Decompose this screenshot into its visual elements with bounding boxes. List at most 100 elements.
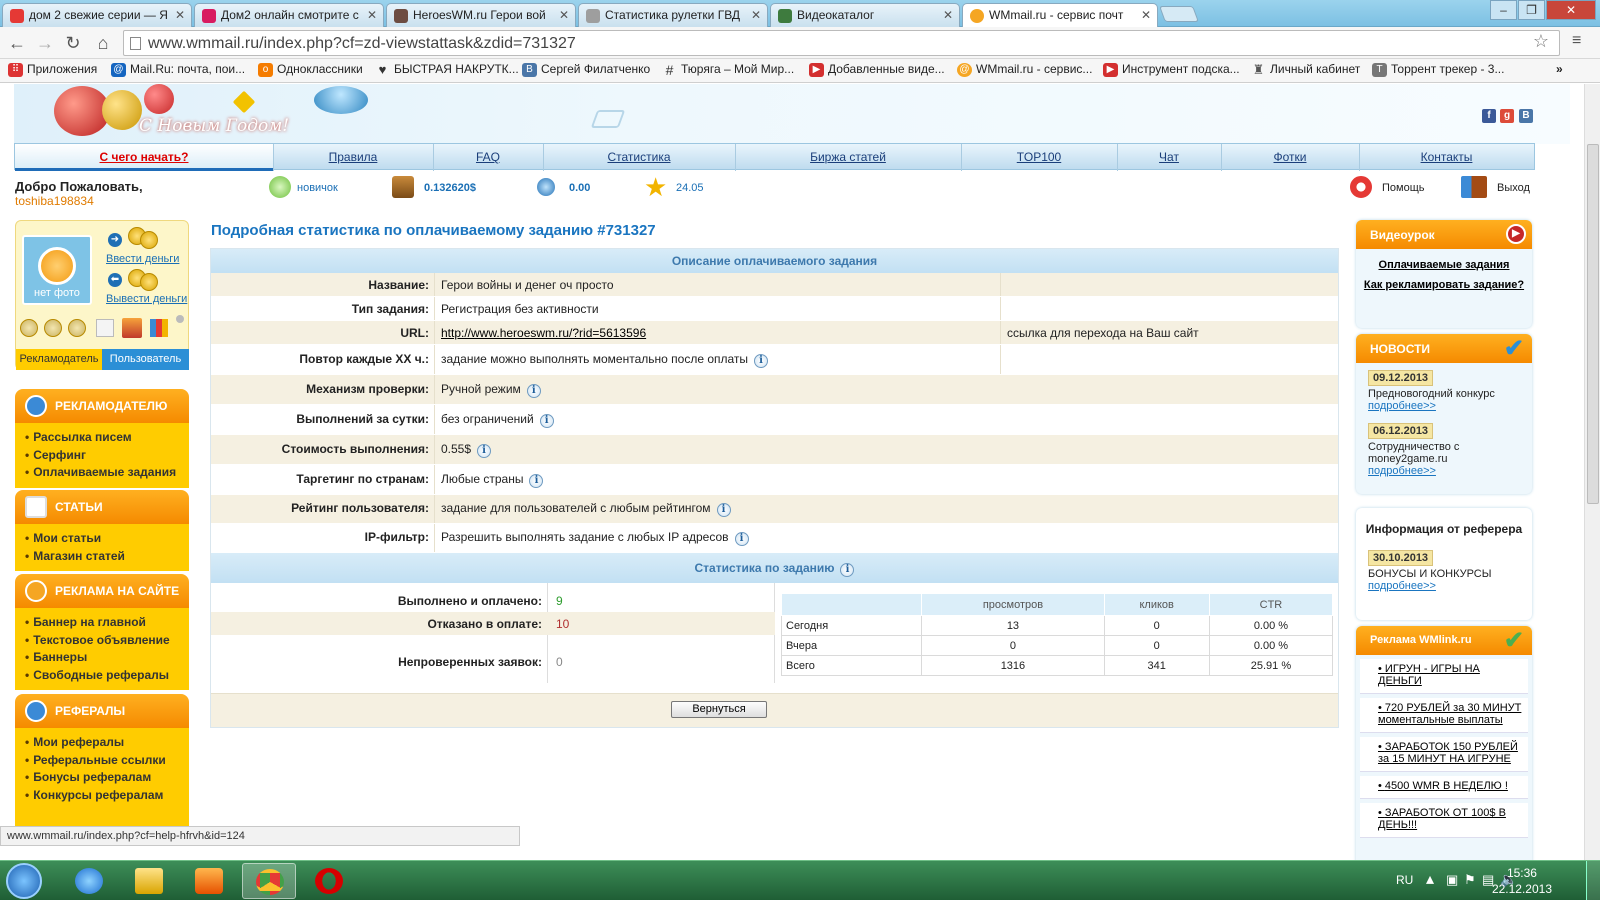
nav-statistics[interactable]: Статистика (543, 150, 735, 164)
menu-item-main-banner[interactable]: Баннер на главной (25, 614, 189, 632)
close-icon[interactable]: ✕ (943, 8, 953, 22)
bookmarks-overflow-icon[interactable]: » (1556, 62, 1563, 76)
bookmark-cabinet[interactable]: ♜ Личный кабинет (1251, 62, 1361, 77)
home-icon[interactable]: ⌂ (92, 32, 114, 54)
menu-site-ads-header[interactable]: РЕКЛАМА НА САЙТЕ (15, 574, 189, 608)
tray-expand-icon[interactable]: ▴ (1426, 869, 1434, 889)
nav-contacts[interactable]: Контакты (1359, 150, 1534, 164)
windows-start-button[interactable] (6, 863, 42, 899)
nav-rules[interactable]: Правила (273, 150, 433, 164)
task-url-link[interactable]: http://www.heroeswm.ru/?rid=5613596 (441, 326, 646, 340)
settings-dot-icon[interactable] (176, 315, 184, 323)
browser-tab-3[interactable]: HeroesWM.ru Герои вой ✕ (386, 3, 576, 27)
window-close-button[interactable]: ✕ (1546, 0, 1596, 20)
role-user-tab[interactable]: Пользователь (102, 349, 189, 370)
browser-tab-2[interactable]: Дом2 онлайн смотрите с ✕ (194, 3, 384, 27)
logout-link[interactable]: Выход (1461, 176, 1530, 198)
chart-icon[interactable] (150, 319, 168, 337)
address-bar[interactable]: www.wmmail.ru/index.php?cf=zd-viewstatta… (123, 30, 1560, 56)
flag-icon[interactable]: ⚑ (1464, 872, 1476, 888)
bookmark-youtube-added[interactable]: ▶ Добавленные виде... (809, 62, 945, 77)
close-icon[interactable]: ✕ (751, 8, 761, 22)
menu-articles-header[interactable]: СТАТЬИ (15, 490, 189, 524)
menu-item-article-shop[interactable]: Магазин статей (25, 548, 189, 566)
menu-item-referral-bonuses[interactable]: Бонусы рефералам (25, 769, 189, 787)
menu-item-text-ad[interactable]: Текстовое объявление (25, 632, 189, 650)
browser-tab-6-active[interactable]: WMmail.ru - сервис почт ✕ (962, 3, 1158, 27)
nav-article-exchange[interactable]: Биржа статей (735, 150, 961, 164)
bookmark-youtube-tool[interactable]: ▶ Инструмент подска... (1103, 62, 1240, 77)
show-desktop-button[interactable] (1586, 861, 1600, 900)
bookmark-turyaga[interactable]: # Тюряга – Мой Мир... (662, 62, 795, 77)
nav-photos[interactable]: Фотки (1221, 150, 1359, 164)
browser-tab-5[interactable]: Видеокаталог ✕ (770, 3, 960, 27)
play-icon[interactable]: ▶ (1506, 224, 1526, 244)
info-icon[interactable]: i (529, 474, 544, 488)
medal-icon[interactable] (68, 319, 86, 337)
taskbar-media-player[interactable] (182, 863, 236, 899)
forward-arrow-icon[interactable]: → (34, 32, 56, 54)
bookmark-apps[interactable]: ⠿ Приложения (8, 62, 97, 77)
info-icon[interactable]: i (526, 384, 541, 398)
reload-icon[interactable]: ↻ (62, 32, 84, 54)
back-button[interactable]: Вернуться (671, 701, 767, 718)
username[interactable]: toshiba198834 (15, 194, 94, 208)
menu-item-mailing[interactable]: Рассылка писем (25, 429, 189, 447)
video-link-paid-tasks[interactable]: Оплачиваемые задания (1356, 259, 1532, 271)
menu-advertiser-header[interactable]: РЕКЛАМОДАТЕЛЮ (15, 389, 189, 423)
browser-tab-4[interactable]: Статистика рулетки ГВД ✕ (578, 3, 768, 27)
minimize-button[interactable]: – (1490, 0, 1517, 20)
chrome-menu-icon[interactable]: ≡ (1572, 32, 1581, 50)
deposit-link[interactable]: Ввести деньги (106, 253, 179, 265)
menu-item-my-referrals[interactable]: Мои рефералы (25, 734, 189, 752)
taskbar-ie[interactable] (62, 863, 116, 899)
menu-item-my-articles[interactable]: Мои статьи (25, 530, 189, 548)
vertical-scrollbar[interactable] (1584, 84, 1600, 860)
wmlink-ad-item[interactable]: • ЗАРАБОТОК ОТ 100$ В ДЕНЬ!!! (1360, 803, 1528, 838)
info-icon[interactable]: i (477, 444, 492, 458)
news-more-link[interactable]: подробнее>> (1368, 400, 1520, 412)
taskbar-opera[interactable] (302, 863, 356, 899)
bookmark-nakrutka[interactable]: ♥ БЫСТРАЯ НАКРУТК... (375, 62, 519, 77)
edit-icon[interactable] (96, 319, 114, 337)
role-advertiser-tab[interactable]: Рекламодатель (16, 349, 102, 370)
browser-tab-1[interactable]: дом 2 свежие серии — Я ✕ (2, 3, 192, 27)
menu-item-paid-tasks[interactable]: Оплачиваемые задания (25, 464, 189, 482)
nav-chat[interactable]: Чат (1117, 150, 1221, 164)
video-link-how-to-advertise[interactable]: Как рекламировать задание? (1356, 279, 1532, 291)
info-icon[interactable]: i (840, 563, 855, 577)
taskbar-chrome[interactable] (242, 863, 296, 899)
taskbar-explorer[interactable] (122, 863, 176, 899)
wmlink-ad-item[interactable]: • ЗАРАБОТОК 150 РУБЛЕЙ за 15 МИНУТ НА ИГ… (1360, 737, 1528, 772)
back-arrow-icon[interactable]: ← (6, 32, 28, 54)
bookmark-torrent[interactable]: T Торрент трекер - 3... (1372, 62, 1504, 77)
menu-item-referral-links[interactable]: Реферальные ссылки (25, 752, 189, 770)
nav-top100[interactable]: TOP100 (961, 150, 1117, 164)
bookmark-odnoklassniki[interactable]: о Одноклассники (258, 62, 363, 77)
nav-faq[interactable]: FAQ (433, 150, 543, 164)
bookmark-vk[interactable]: B Сергей Филатченко (522, 62, 650, 77)
info-icon[interactable]: i (539, 414, 554, 428)
menu-item-surfing[interactable]: Серфинг (25, 447, 189, 465)
language-indicator[interactable]: RU (1396, 873, 1413, 887)
facebook-icon[interactable]: f (1482, 109, 1496, 123)
taskbar-clock[interactable]: 15:36 22.12.2013 (1492, 865, 1552, 897)
info-icon[interactable]: i (734, 532, 749, 546)
medal-icon[interactable] (20, 319, 38, 337)
gift-icon[interactable] (122, 318, 142, 338)
info-icon[interactable]: i (754, 354, 769, 368)
news-more-link[interactable]: подробнее>> (1368, 465, 1520, 477)
avatar[interactable]: нет фото (22, 235, 92, 305)
maximize-button[interactable]: ❐ (1518, 0, 1545, 20)
menu-item-referral-contests[interactable]: Конкурсы рефералам (25, 787, 189, 805)
tray-device-icon[interactable]: ▣ (1446, 872, 1458, 888)
bookmark-wmmail[interactable]: @ WMmail.ru - сервис... (957, 62, 1092, 77)
info-icon[interactable]: i (716, 503, 731, 517)
news-more-link[interactable]: подробнее>> (1368, 580, 1520, 592)
close-icon[interactable]: ✕ (1141, 8, 1151, 22)
wmlink-ad-item[interactable]: • ИГРУН - ИГРЫ НА ДЕНЬГИ (1360, 659, 1528, 694)
wmlink-ad-item[interactable]: • 720 РУБЛЕЙ за 30 МИНУТ моментальные вы… (1360, 698, 1528, 733)
menu-item-free-referrals[interactable]: Свободные рефералы (25, 667, 189, 685)
close-icon[interactable]: ✕ (367, 8, 377, 22)
bookmark-star-icon[interactable]: ☆ (1533, 31, 1549, 52)
